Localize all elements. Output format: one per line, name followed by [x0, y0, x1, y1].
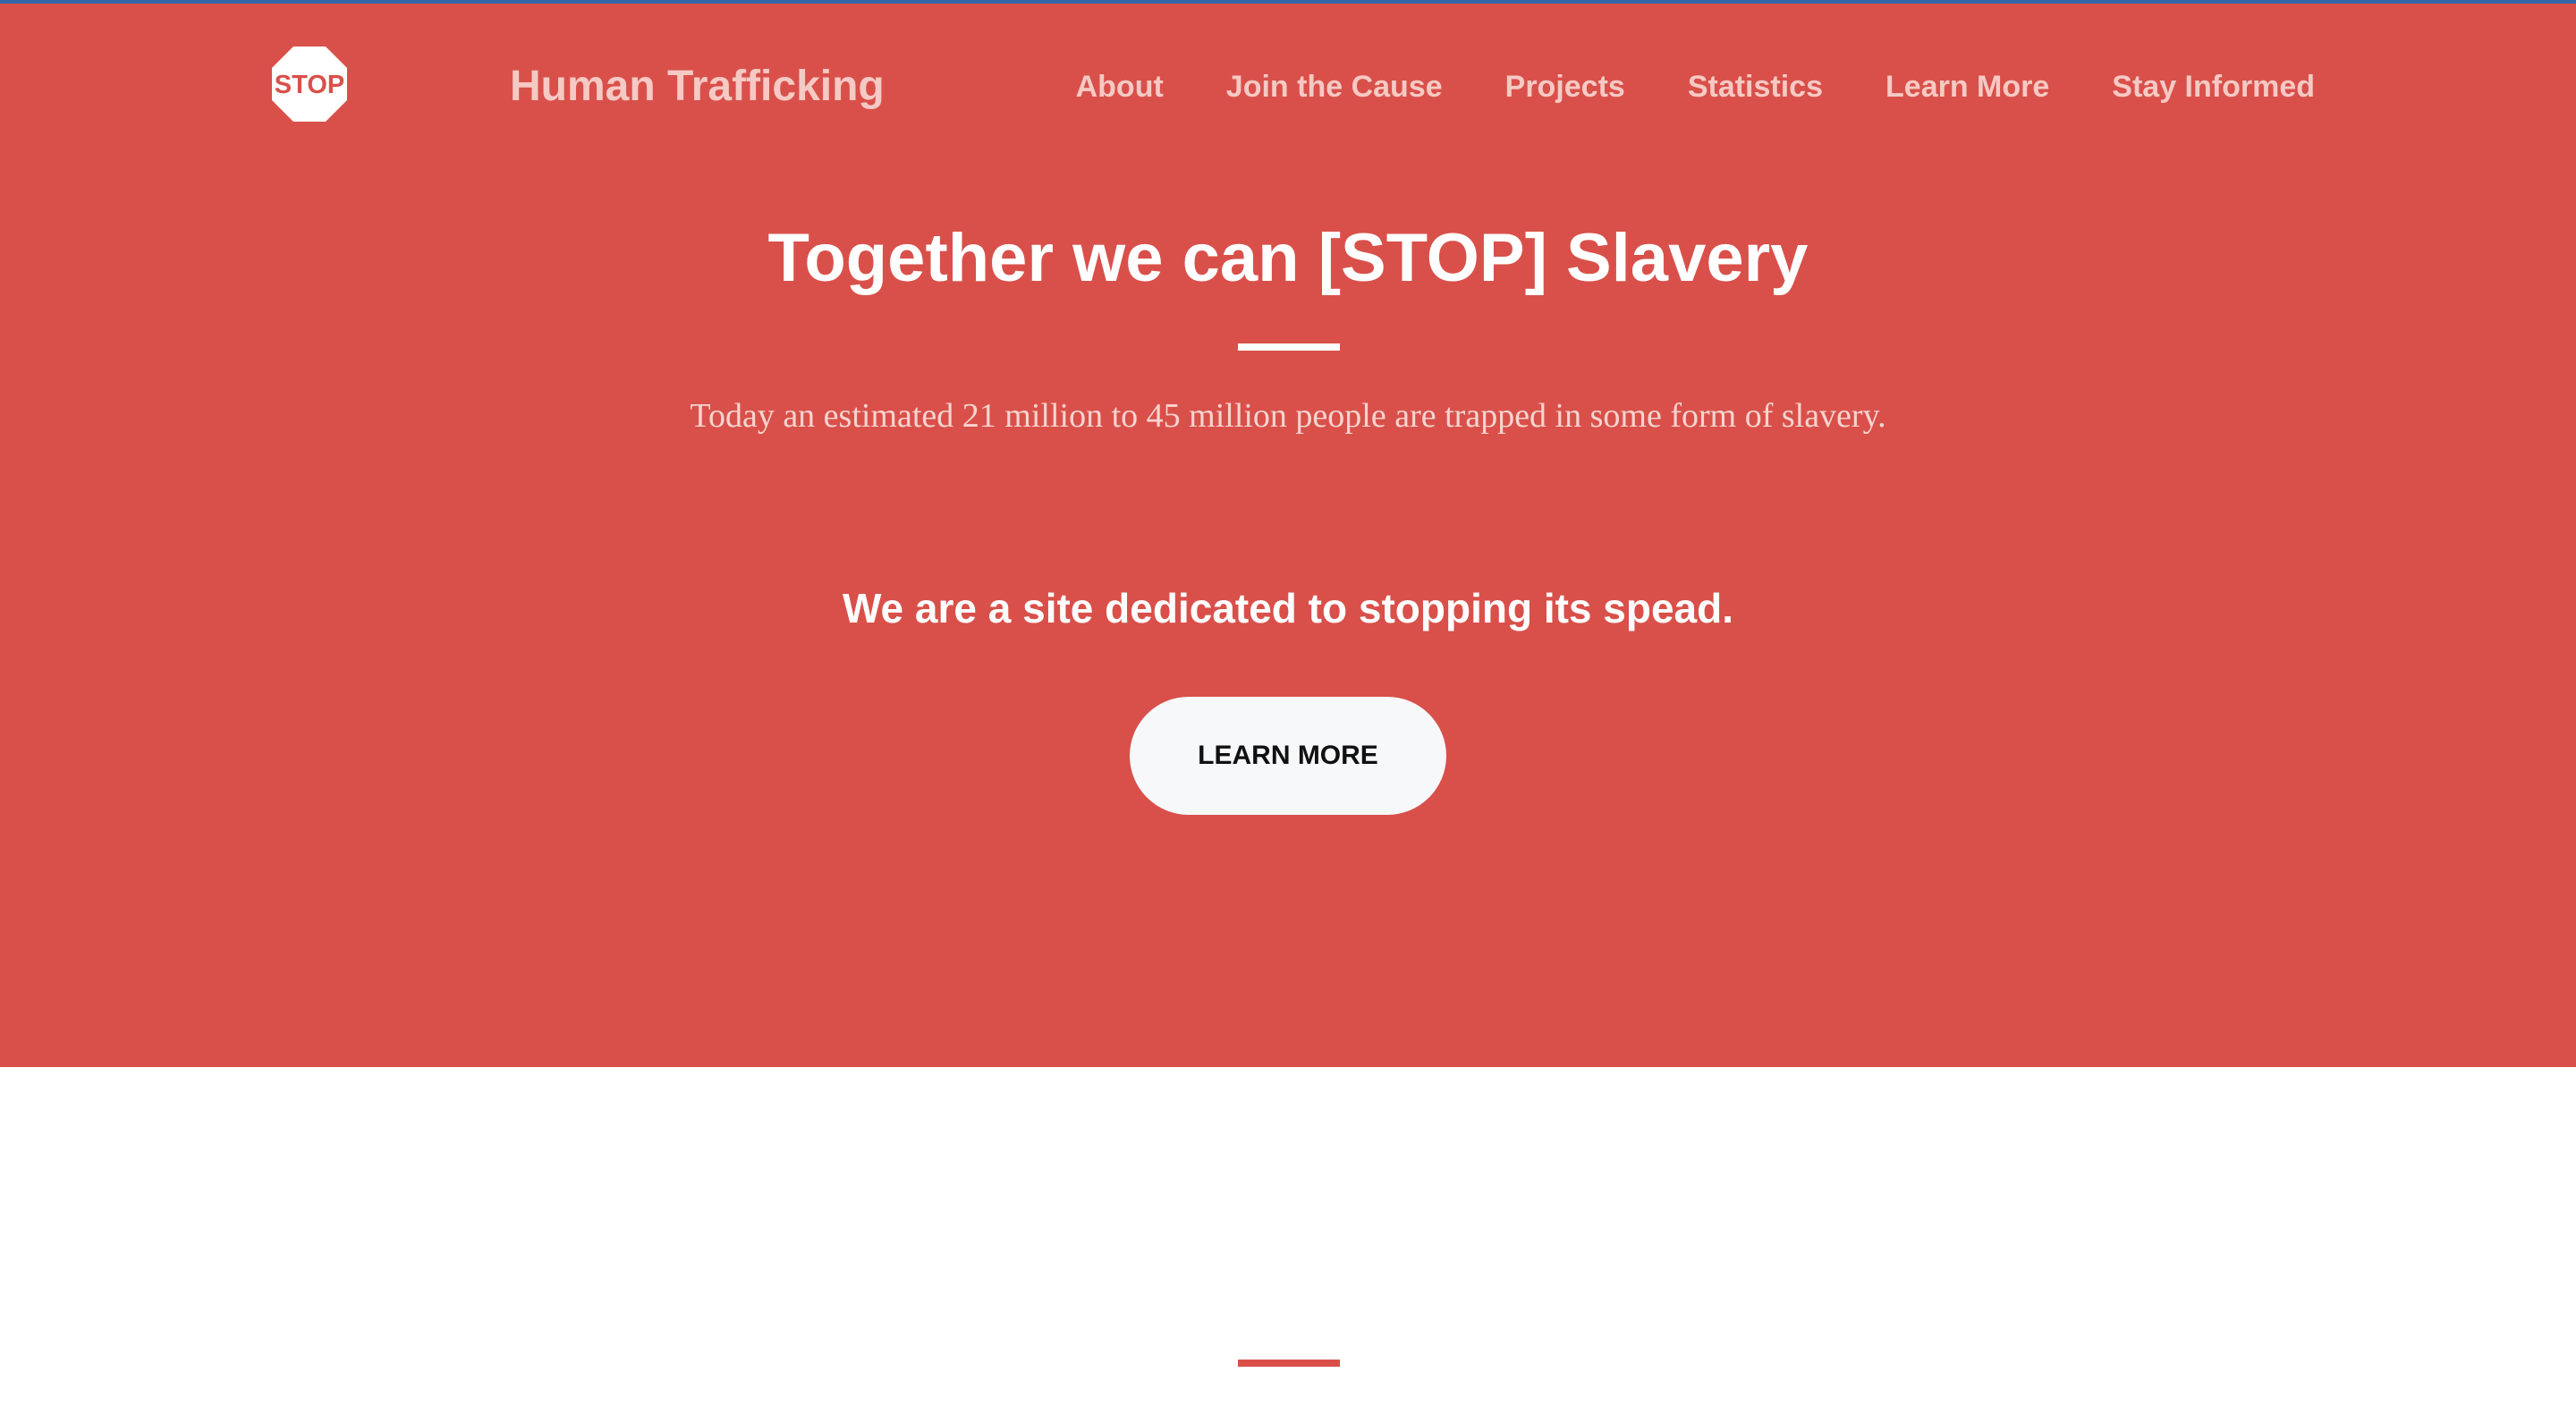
stop-sign-logo[interactable]: STOP — [270, 45, 349, 123]
page: STOP Human Trafficking About Join the Ca… — [0, 0, 2576, 1415]
nav-link-stay-informed[interactable]: Stay Informed — [2112, 55, 2315, 118]
nav-link-learn-more[interactable]: Learn More — [1885, 55, 2049, 118]
hero-divider — [1238, 343, 1340, 351]
logo-text: STOP — [275, 71, 344, 99]
nav-link-join-the-cause[interactable]: Join the Cause — [1226, 55, 1443, 118]
navbar: STOP Human Trafficking About Join the Ca… — [0, 4, 2576, 165]
hero-tagline: We are a site dedicated to stopping its … — [842, 585, 1734, 631]
nav-link-projects[interactable]: Projects — [1505, 55, 1625, 118]
hero-subtitle: Today an estimated 21 million to 45 mill… — [690, 397, 1886, 435]
site-brand[interactable]: Human Trafficking — [510, 55, 885, 118]
nav-link-statistics[interactable]: Statistics — [1688, 55, 1823, 118]
stop-sign-icon: STOP — [272, 47, 347, 122]
section-divider — [1238, 1360, 1340, 1367]
nav-links: About Join the Cause Projects Statistics… — [1076, 55, 2315, 118]
learn-more-button[interactable]: Learn More — [1130, 697, 1446, 815]
hero-title: Together we can [STOP] Slavery — [767, 220, 1809, 296]
nav-link-about[interactable]: About — [1076, 55, 1164, 118]
